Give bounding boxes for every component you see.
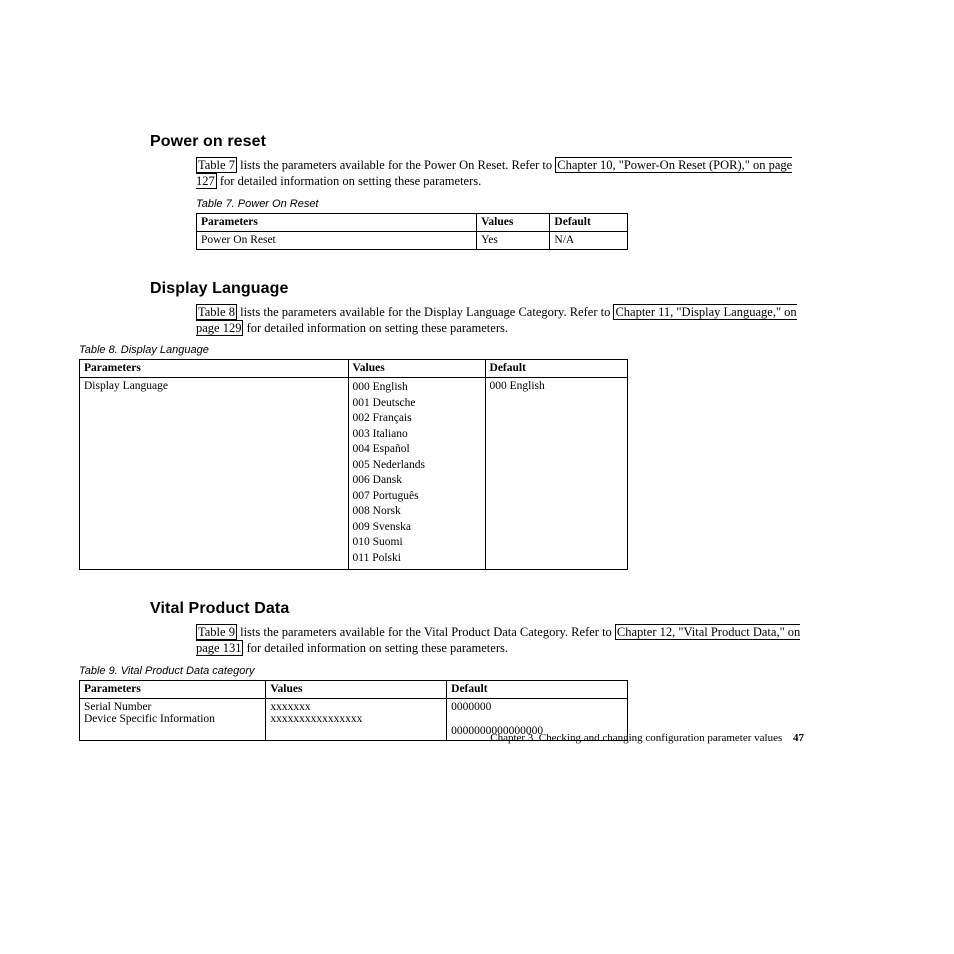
heading-vital-product-data: Vital Product Data <box>150 600 804 618</box>
value-device: xxxxxxxxxxxxxxxx <box>270 713 442 725</box>
text: for detailed information on setting thes… <box>243 321 508 335</box>
table-display-language: Parameters Values Default Display Langua… <box>79 359 628 570</box>
default-serial: 0000000 <box>451 701 623 713</box>
section-display-language: Display Language Table 8 lists the param… <box>150 280 804 571</box>
th-parameters: Parameters <box>80 680 266 698</box>
value-option: 006 Dansk <box>353 473 481 489</box>
text: for detailed information on setting thes… <box>243 641 508 655</box>
cell-parameters: Serial Number Device Specific Informatio… <box>80 698 266 740</box>
text: for detailed information on setting thes… <box>217 174 482 188</box>
footer-page-number: 47 <box>793 732 804 744</box>
cell-parameter: Power On Reset <box>197 231 477 249</box>
table-header-row: Parameters Values Default <box>197 213 628 231</box>
param-serial-number: Serial Number <box>84 701 261 713</box>
value-option: 005 Nederlands <box>353 458 481 474</box>
value-option: 003 Italiano <box>353 427 481 443</box>
value-option: 002 Français <box>353 411 481 427</box>
th-values: Values <box>348 360 485 378</box>
caption-table-7: Table 7. Power On Reset <box>196 198 804 210</box>
section-power-on-reset: Power on reset Table 7 lists the paramet… <box>150 133 804 250</box>
table-row: Display Language 000 English 001 Deutsch… <box>80 378 628 570</box>
th-parameters: Parameters <box>197 213 477 231</box>
intro-paragraph: Table 7 lists the parameters available f… <box>196 157 804 190</box>
intro-paragraph: Table 9 lists the parameters available f… <box>196 624 804 657</box>
heading-display-language: Display Language <box>150 280 804 298</box>
cell-values-list: 000 English 001 Deutsche 002 Français 00… <box>348 378 485 570</box>
cell-default: 000 English <box>485 378 627 570</box>
th-default: Default <box>550 213 628 231</box>
cell-parameter: Display Language <box>80 378 349 570</box>
footer-chapter: Chapter 3. Checking and changing configu… <box>490 732 782 744</box>
value-option: 001 Deutsche <box>353 396 481 412</box>
value-option: 004 Español <box>353 442 481 458</box>
page-footer: Chapter 3. Checking and changing configu… <box>490 732 804 744</box>
th-values: Values <box>266 680 447 698</box>
th-default: Default <box>485 360 627 378</box>
value-option: 008 Norsk <box>353 504 481 520</box>
th-default: Default <box>447 680 628 698</box>
table-row: Power On Reset Yes N/A <box>197 231 628 249</box>
param-device-specific: Device Specific Information <box>84 713 261 725</box>
caption-table-8: Table 8. Display Language <box>79 344 804 356</box>
caption-table-9: Table 9. Vital Product Data category <box>79 665 804 677</box>
intro-paragraph: Table 8 lists the parameters available f… <box>196 304 804 337</box>
value-serial: xxxxxxx <box>270 701 442 713</box>
section-vital-product-data: Vital Product Data Table 9 lists the par… <box>150 600 804 741</box>
value-option: 011 Polski <box>353 551 481 567</box>
text: lists the parameters available for the P… <box>237 158 555 172</box>
value-option: 009 Svenska <box>353 520 481 536</box>
table-header-row: Parameters Values Default <box>80 680 628 698</box>
link-table-7[interactable]: Table 7 <box>196 157 237 173</box>
link-table-9[interactable]: Table 9 <box>196 624 237 640</box>
cell-values: xxxxxxx xxxxxxxxxxxxxxxx <box>266 698 447 740</box>
table-power-on-reset: Parameters Values Default Power On Reset… <box>196 213 628 250</box>
link-table-8[interactable]: Table 8 <box>196 304 237 320</box>
value-option: 000 English <box>353 380 481 396</box>
cell-default: N/A <box>550 231 628 249</box>
text: lists the parameters available for the V… <box>237 625 615 639</box>
th-values: Values <box>477 213 550 231</box>
text: lists the parameters available for the D… <box>237 305 613 319</box>
value-option: 010 Suomi <box>353 535 481 551</box>
heading-power-on-reset: Power on reset <box>150 133 804 151</box>
table-header-row: Parameters Values Default <box>80 360 628 378</box>
th-parameters: Parameters <box>80 360 349 378</box>
value-option: 007 Português <box>353 489 481 505</box>
cell-value: Yes <box>477 231 550 249</box>
